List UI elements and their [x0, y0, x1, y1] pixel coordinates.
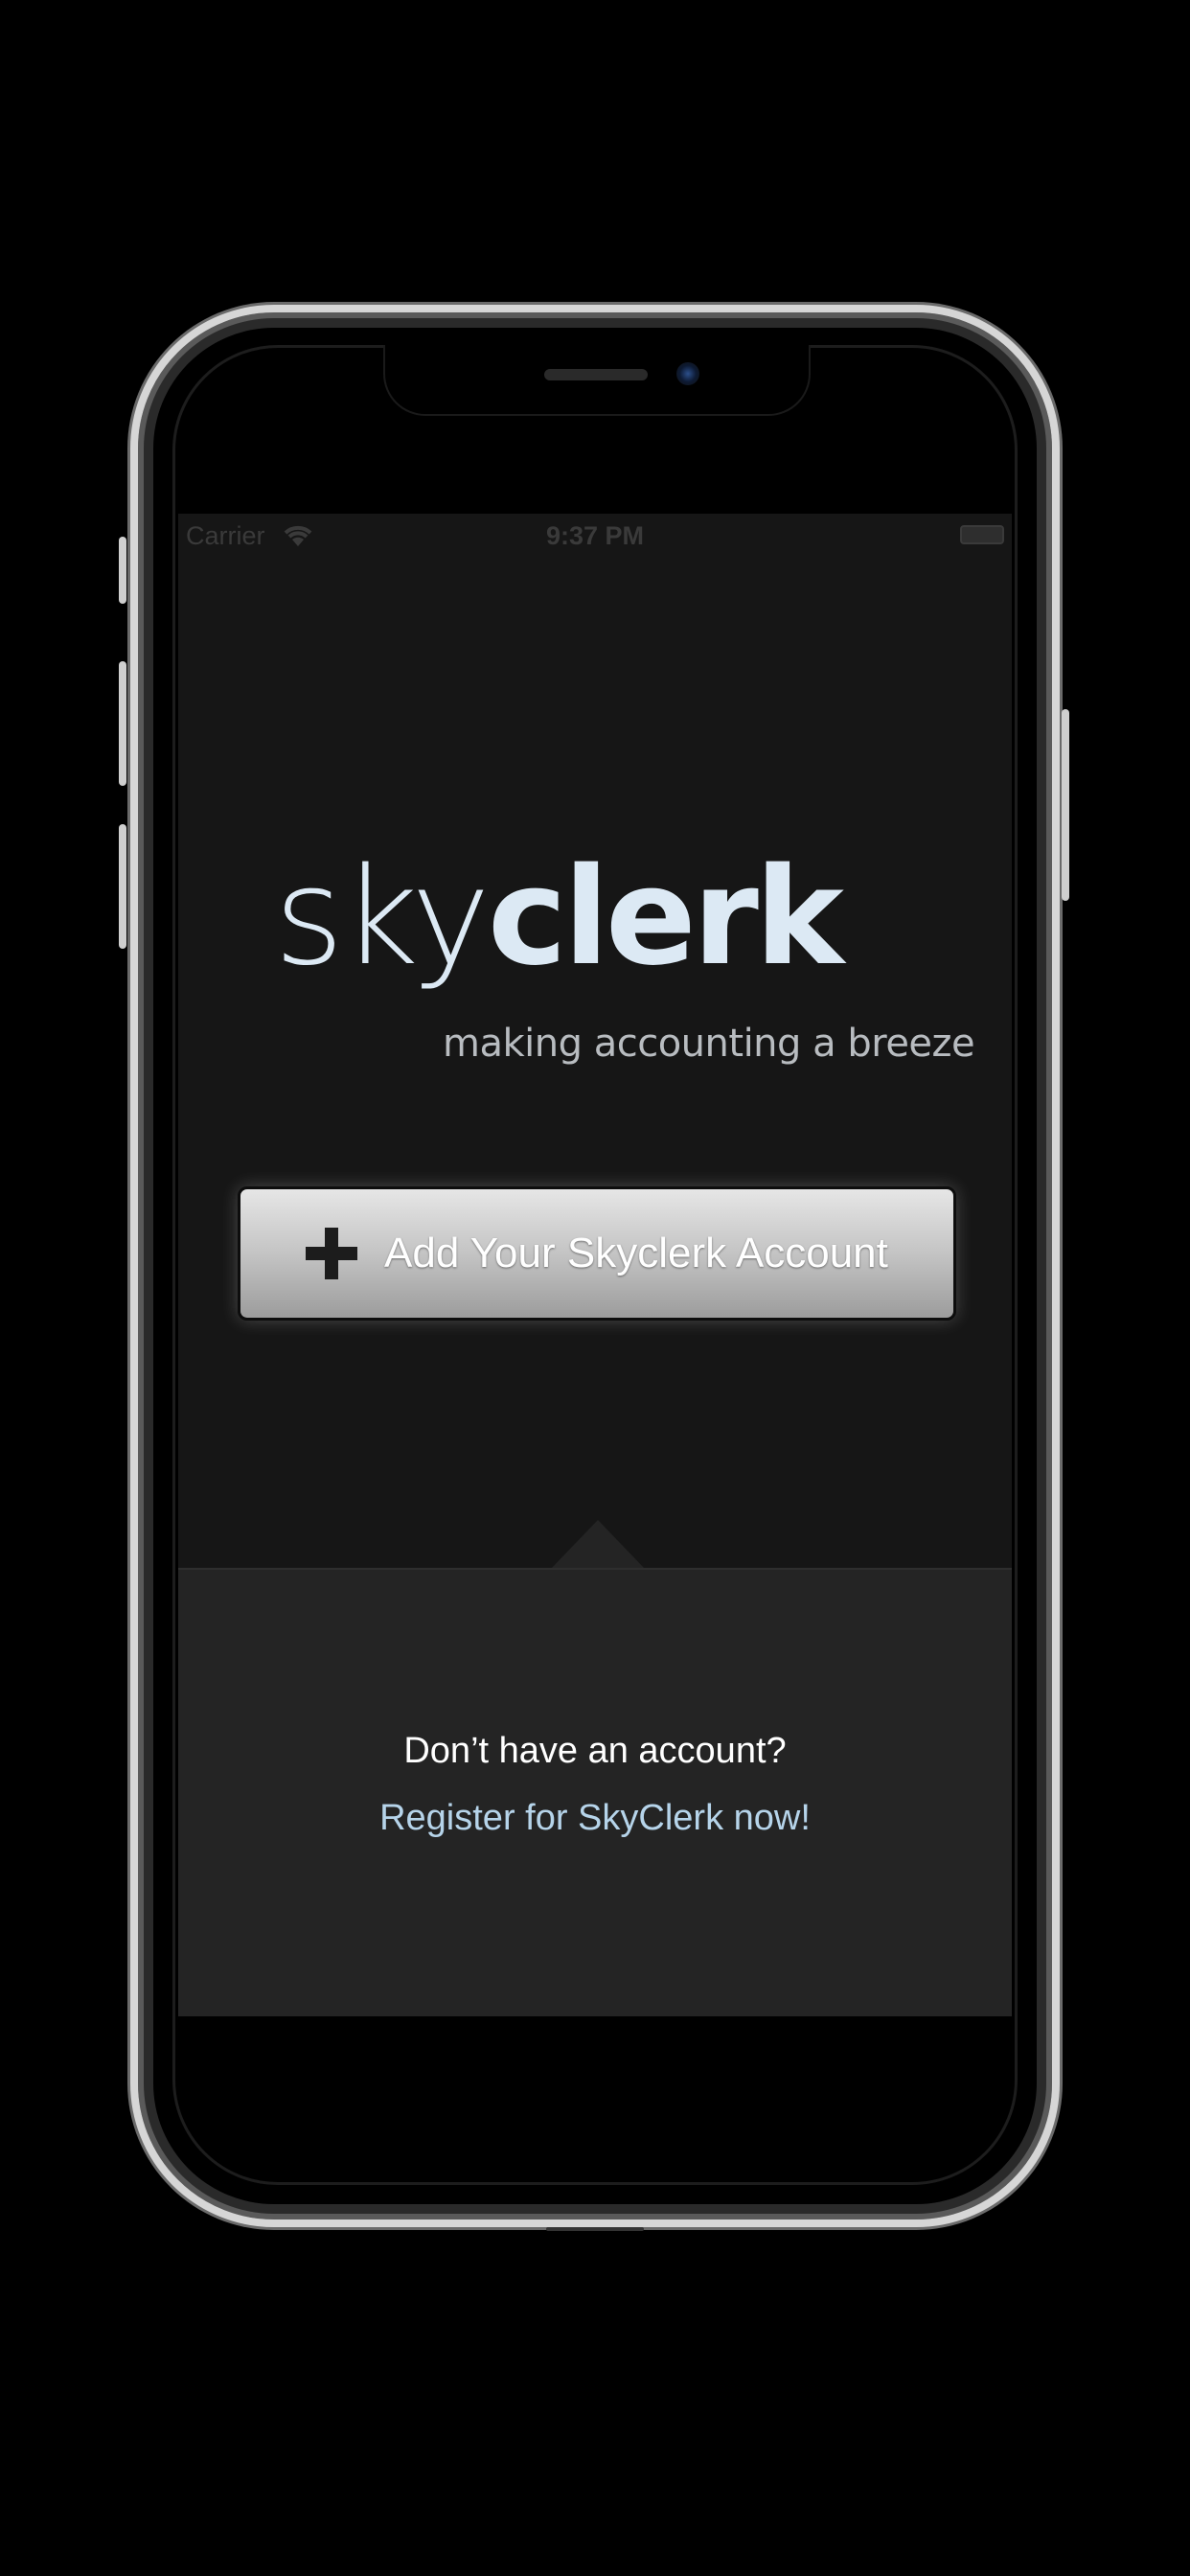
side-button-volume-down: [119, 824, 126, 949]
app-screen: Carrier 9:37 PM skyclerk making accounti…: [178, 514, 1012, 2016]
logo-tagline: making accounting a breeze: [443, 1022, 975, 1066]
register-prompt: Don’t have an account?: [403, 1731, 787, 1771]
side-button-power: [1062, 709, 1069, 901]
speaker: [544, 369, 648, 380]
status-time: 9:37 PM: [545, 521, 645, 550]
register-link[interactable]: Register for SkyClerk now!: [178, 1798, 1012, 1839]
logo-text-bold: clerk: [487, 840, 844, 996]
logo-wordmark: skyclerk: [274, 822, 844, 1055]
notch: [383, 345, 811, 416]
skyclerk-logo: skyclerk: [274, 822, 887, 1014]
logo-text-light: sky: [274, 840, 491, 996]
side-button-volume-up: [119, 661, 126, 786]
panel-pointer: [550, 1520, 646, 1570]
add-account-button[interactable]: Add Your Skyclerk Account: [238, 1186, 956, 1321]
plus-icon: [306, 1228, 357, 1279]
camera-icon: [676, 362, 699, 385]
battery-icon: [960, 525, 1004, 544]
add-account-label: Add Your Skyclerk Account: [384, 1230, 888, 1276]
bottom-bezel-line: [546, 2227, 644, 2231]
status-bar: Carrier 9:37 PM: [178, 514, 1012, 556]
register-panel: [178, 1568, 1012, 2016]
side-button-mute: [119, 537, 126, 604]
